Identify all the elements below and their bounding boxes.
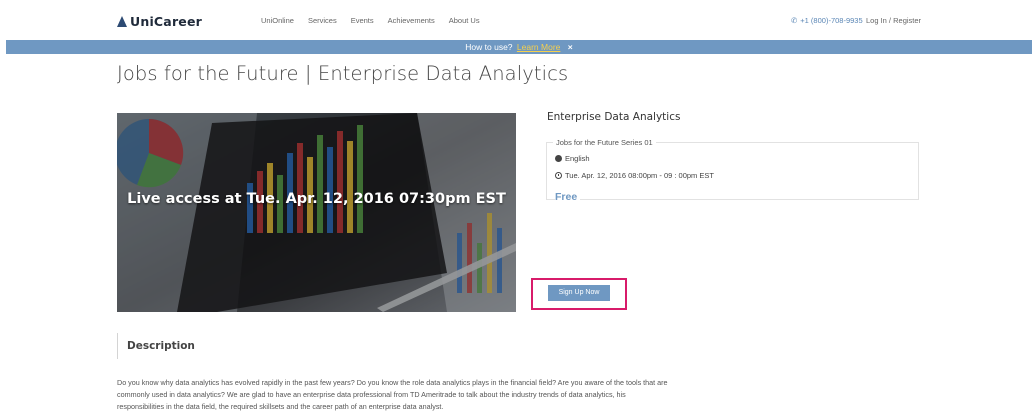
hero-background-graphic bbox=[117, 113, 516, 312]
unicareer-logo-icon bbox=[117, 16, 127, 27]
description-divider bbox=[117, 333, 118, 359]
nav-link-achievements[interactable]: Achievements bbox=[388, 16, 435, 25]
top-navigation: UniCareer UniOnline Services Events Achi… bbox=[0, 0, 1032, 40]
description-body: Do you know why data analytics has evolv… bbox=[117, 378, 668, 411]
nav-link-about-us[interactable]: About Us bbox=[449, 16, 480, 25]
phone-icon: ✆ bbox=[791, 16, 798, 25]
learn-more-link[interactable]: Learn More bbox=[517, 42, 560, 52]
schedule-value: Tue. Apr. 12, 2016 08:00pm - 09 : 00pm E… bbox=[565, 171, 714, 180]
description-heading: Description bbox=[127, 340, 195, 352]
sign-up-button[interactable]: Sign Up Now bbox=[548, 285, 610, 301]
course-details-box: Jobs for the Future Series 01 English Tu… bbox=[546, 138, 919, 203]
brand-name: UniCareer bbox=[130, 14, 203, 29]
nav-link-events[interactable]: Events bbox=[351, 16, 374, 25]
schedule-row: Tue. Apr. 12, 2016 08:00pm - 09 : 00pm E… bbox=[555, 171, 714, 180]
page-title: Jobs for the Future | Enterprise Data An… bbox=[117, 62, 569, 85]
globe-icon bbox=[555, 155, 562, 162]
login-register-link[interactable]: Log In / Register bbox=[866, 16, 921, 25]
course-hero-image: Live access at Tue. Apr. 12, 2016 07:30p… bbox=[117, 113, 516, 312]
phone-contact[interactable]: ✆ +1 (800)-708-9935 bbox=[791, 16, 863, 25]
series-label: Jobs for the Future Series 01 bbox=[553, 138, 656, 147]
close-icon[interactable]: × bbox=[568, 42, 573, 52]
hero-caption: Live access at Tue. Apr. 12, 2016 07:30p… bbox=[127, 191, 506, 207]
help-banner: How to use? Learn More × bbox=[6, 40, 1032, 54]
nav-link-unionline[interactable]: UniOnline bbox=[261, 16, 294, 25]
language-value: English bbox=[565, 154, 590, 163]
phone-number: +1 (800)-708-9935 bbox=[800, 16, 863, 25]
site-logo[interactable]: UniCareer bbox=[117, 14, 202, 29]
main-nav: UniOnline Services Events Achievements A… bbox=[261, 16, 494, 25]
price-label: Free bbox=[555, 191, 581, 203]
nav-link-services[interactable]: Services bbox=[308, 16, 337, 25]
course-name: Enterprise Data Analytics bbox=[547, 111, 681, 123]
clock-icon bbox=[555, 172, 562, 179]
banner-text: How to use? bbox=[465, 42, 513, 52]
language-row: English bbox=[555, 154, 590, 163]
